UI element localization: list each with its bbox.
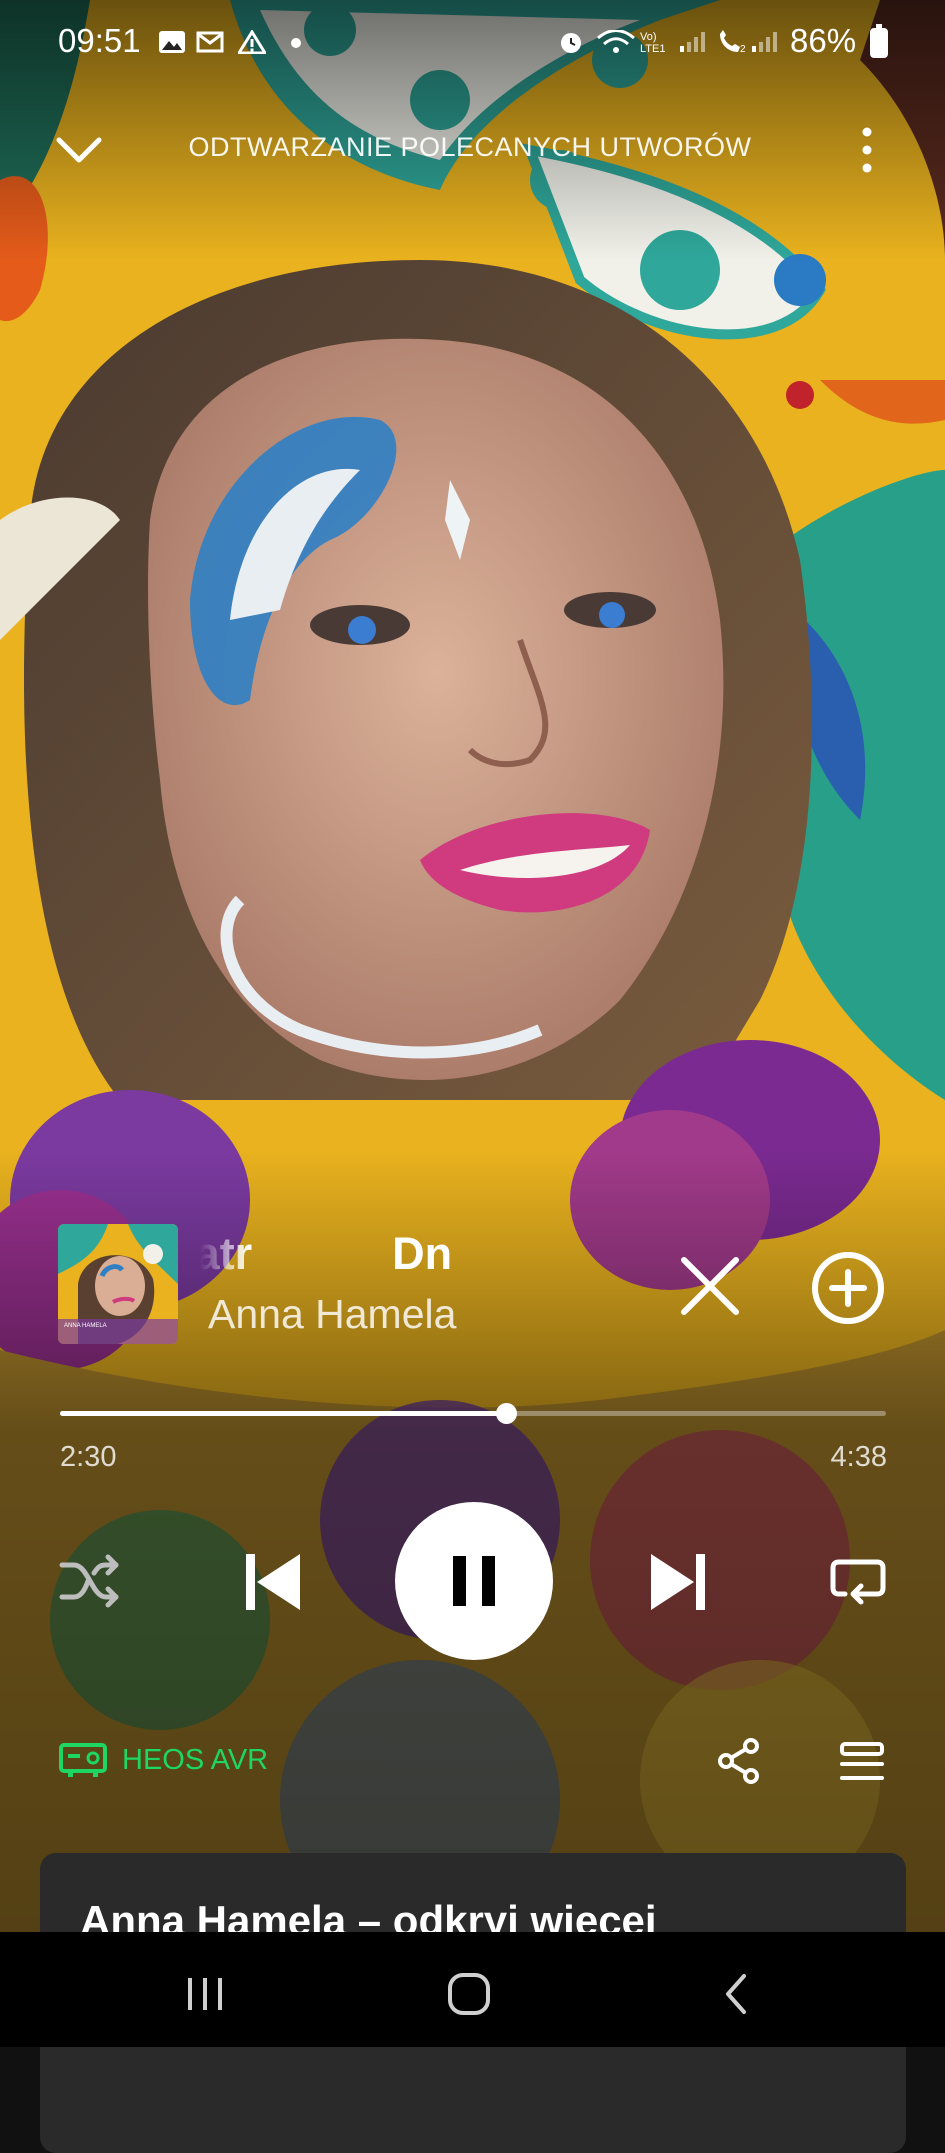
skip-previous-icon[interactable] (240, 1550, 306, 1614)
pause-button[interactable] (395, 1502, 553, 1660)
track-artist[interactable]: Anna Hamela (208, 1291, 456, 1338)
device-name: HEOS AVR (122, 1743, 269, 1776)
alarm-icon (561, 33, 581, 53)
gallery-icon (159, 31, 185, 53)
add-to-library-button[interactable] (808, 1248, 888, 1328)
wifi-icon (597, 30, 635, 53)
call-signal-icon: 2 (720, 30, 777, 54)
svg-text:2: 2 (740, 44, 746, 54)
speaker-device-icon (59, 1743, 107, 1777)
connect-device-button[interactable]: HEOS AVR (58, 1740, 268, 1780)
status-bar: 09:51 Vo) LTE1 2 86% (0, 0, 945, 70)
repeat-icon[interactable] (825, 1548, 889, 1612)
status-time: 09:51 (58, 22, 141, 59)
album-thumbnail[interactable]: ANNA HAMELA (58, 1224, 178, 1344)
shuffle-icon[interactable] (58, 1553, 122, 1609)
thumbnail-caption: ANNA HAMELA (64, 1323, 107, 1329)
more-vert-icon[interactable] (856, 125, 878, 175)
pause-icon (453, 1556, 495, 1606)
battery-percentage: 86% (790, 22, 857, 59)
home-icon[interactable] (444, 1972, 494, 2016)
volte-signal-icon: Vo) LTE1 (640, 31, 705, 54)
dot-icon (291, 38, 301, 48)
battery-icon (870, 24, 888, 58)
system-nav-bar (0, 1932, 945, 2047)
warning-icon (238, 30, 266, 54)
hide-song-button[interactable] (672, 1248, 748, 1324)
track-title-marquee[interactable]: ce, wiatrDn (200, 1224, 620, 1288)
progress-bar[interactable] (60, 1403, 886, 1424)
progress-knob[interactable] (496, 1403, 518, 1424)
share-icon[interactable] (714, 1736, 764, 1786)
playlist-context-title[interactable]: ODTWARZANIE POLECANYCH UTWORÓW (130, 132, 810, 163)
progress-fill (60, 1411, 507, 1416)
recent-apps-icon[interactable] (180, 1972, 230, 2016)
mail-icon (196, 31, 224, 53)
svg-text:Vo): Vo) (640, 31, 657, 43)
chevron-down-icon[interactable] (55, 132, 103, 168)
total-time: 4:38 (830, 1441, 887, 1473)
svg-text:LTE1: LTE1 (640, 43, 665, 54)
track-title: ce, wiatrDn (200, 1228, 453, 1279)
skip-next-icon[interactable] (645, 1550, 711, 1614)
queue-icon[interactable] (838, 1740, 886, 1784)
elapsed-time: 2:30 (60, 1441, 117, 1473)
back-icon[interactable] (712, 1972, 762, 2016)
